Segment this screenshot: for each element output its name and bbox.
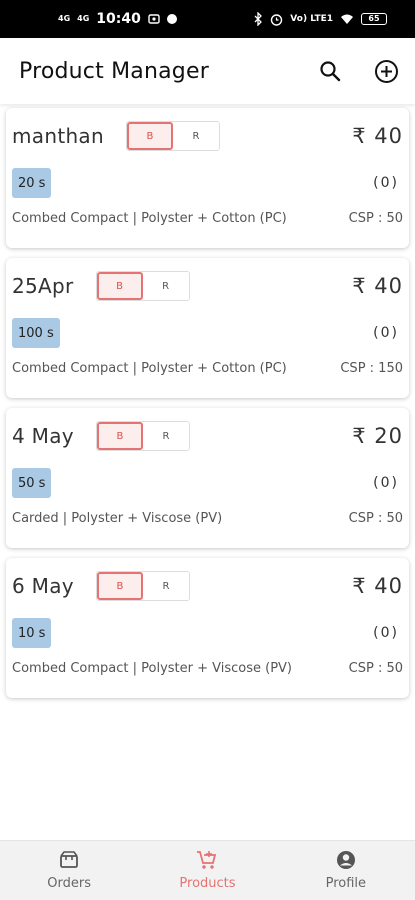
search-button[interactable] — [317, 58, 343, 84]
status-left: 4G 4G 10:40 — [58, 11, 177, 27]
toggle-b-option[interactable]: B — [96, 422, 143, 450]
csp-value: CSP : 50 — [348, 210, 403, 226]
b-r-toggle[interactable]: B R — [125, 121, 220, 151]
product-card[interactable]: 25Apr B R ₹ 40 100 s (0) Combed Compact … — [6, 258, 409, 398]
nav-products-label: Products — [179, 876, 236, 891]
app-bar-actions — [317, 58, 399, 84]
product-card[interactable]: 6 May B R ₹ 40 10 s (0) Combed Compact |… — [6, 558, 409, 698]
count-badge: 100 s — [12, 318, 60, 348]
status-bar: 4G 4G 10:40 Vo) LTE1 65 — [0, 0, 415, 38]
add-to-cart-icon — [197, 851, 217, 869]
count-badge: 10 s — [12, 618, 52, 648]
order-quantity: (0) — [373, 175, 399, 191]
order-quantity: (0) — [373, 625, 399, 641]
bottom-navigation: Orders Products Profile — [0, 840, 415, 900]
nav-orders[interactable]: Orders — [0, 841, 138, 900]
order-quantity: (0) — [373, 325, 399, 341]
b-r-toggle[interactable]: B R — [95, 271, 190, 301]
product-price: ₹ 20 — [352, 424, 403, 448]
product-price: ₹ 40 — [352, 274, 403, 298]
product-description: Combed Compact | Polyster + Cotton (PC) — [12, 360, 287, 376]
product-description: Carded | Polyster + Viscose (PV) — [12, 510, 223, 526]
csp-value: CSP : 50 — [348, 510, 403, 526]
toggle-r-option[interactable]: R — [172, 122, 219, 150]
product-price: ₹ 40 — [352, 574, 403, 598]
telegram-icon — [166, 14, 177, 24]
bluetooth-icon — [254, 12, 263, 26]
notification-icon — [148, 14, 160, 24]
toggle-r-option[interactable]: R — [142, 272, 189, 300]
account-circle-icon — [336, 851, 355, 869]
toggle-r-option[interactable]: R — [142, 422, 189, 450]
orders-icon — [60, 851, 79, 868]
nav-orders-label: Orders — [47, 876, 92, 891]
b-r-toggle[interactable]: B R — [95, 571, 190, 601]
csp-value: CSP : 50 — [348, 660, 403, 676]
count-badge: 50 s — [12, 468, 52, 498]
signal-indicator-2: 4G — [77, 14, 90, 23]
product-name: manthan — [12, 124, 104, 148]
toggle-r-option[interactable]: R — [142, 572, 189, 600]
nav-products[interactable]: Products — [138, 841, 276, 900]
product-list[interactable]: manthan B R ₹ 40 20 s (0) Combed Compact… — [0, 104, 415, 840]
product-name: 25Apr — [12, 274, 74, 298]
toggle-b-option[interactable]: B — [126, 122, 173, 150]
app-bar: Product Manager — [0, 38, 415, 104]
toggle-b-option[interactable]: B — [96, 572, 143, 600]
product-price: ₹ 40 — [352, 124, 403, 148]
product-name: 4 May — [12, 424, 74, 448]
add-circle-icon — [374, 59, 398, 83]
battery-indicator: 65 — [361, 13, 387, 25]
nav-profile-label: Profile — [325, 876, 367, 891]
network-label: Vo) LTE1 — [290, 14, 333, 24]
status-time: 10:40 — [96, 11, 141, 27]
status-right: Vo) LTE1 65 — [253, 12, 387, 26]
nav-profile[interactable]: Profile — [277, 841, 415, 900]
csp-value: CSP : 150 — [340, 360, 403, 376]
product-description: Combed Compact | Polyster + Viscose (PV) — [12, 660, 293, 676]
b-r-toggle[interactable]: B R — [95, 421, 190, 451]
product-description: Combed Compact | Polyster + Cotton (PC) — [12, 210, 287, 226]
order-quantity: (0) — [373, 475, 399, 491]
signal-indicator-1: 4G — [58, 14, 71, 23]
add-product-button[interactable] — [373, 58, 399, 84]
count-badge: 20 s — [12, 168, 52, 198]
product-card[interactable]: manthan B R ₹ 40 20 s (0) Combed Compact… — [6, 108, 409, 248]
alarm-icon — [271, 13, 283, 26]
product-card[interactable]: 4 May B R ₹ 20 50 s (0) Carded | Polyste… — [6, 408, 409, 548]
page-title: Product Manager — [19, 58, 209, 84]
toggle-b-option[interactable]: B — [96, 272, 143, 300]
wifi-icon — [341, 14, 353, 24]
search-icon — [320, 61, 341, 82]
product-name: 6 May — [12, 574, 74, 598]
